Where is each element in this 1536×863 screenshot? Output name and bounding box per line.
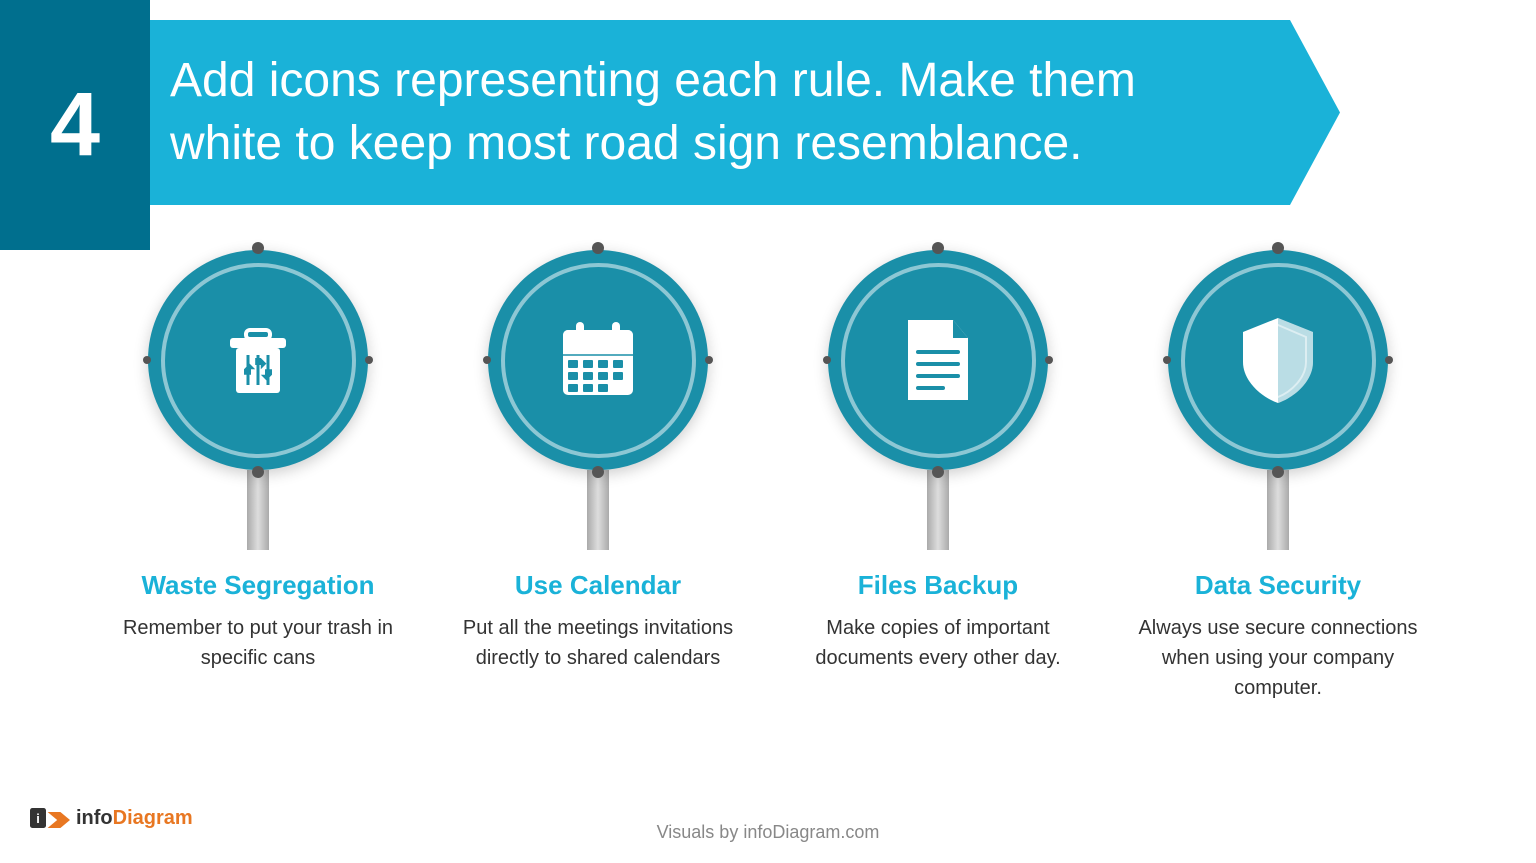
- sign-label-files: Files Backup: [858, 570, 1018, 601]
- shield-icon: [1228, 310, 1328, 410]
- sign-outer-calendar: [488, 250, 708, 470]
- sign-desc-calendar: Put all the meetings invitations directl…: [448, 613, 748, 673]
- sign-inner-waste: [161, 263, 356, 458]
- sign-outer-waste: [148, 250, 368, 470]
- dot-right-security: [1385, 356, 1393, 364]
- sign-calendar: Use Calendar Put all the meetings invita…: [448, 250, 748, 673]
- sign-post-waste: [247, 470, 269, 550]
- sign-circle-waste: [148, 250, 368, 550]
- sign-files-backup: Files Backup Make copies of important do…: [788, 250, 1088, 673]
- sign-desc-waste: Remember to put your trash in specific c…: [108, 613, 408, 673]
- sign-inner-calendar: [501, 263, 696, 458]
- document-icon: [888, 310, 988, 410]
- sign-circle-files: [828, 250, 1048, 550]
- signs-container: Waste Segregation Remember to put your t…: [0, 250, 1536, 703]
- logo-text-info: info: [76, 807, 113, 829]
- sign-data-security: Data Security Always use secure connecti…: [1128, 250, 1428, 703]
- dot-left-waste: [143, 356, 151, 364]
- sign-inner-files: [841, 263, 1036, 458]
- infodiagram-logo-icon: i: [30, 803, 70, 833]
- header-banner: Add icons representing each rule. Make t…: [90, 20, 1340, 205]
- recycle-icon: [208, 310, 308, 410]
- sign-post-files: [927, 470, 949, 550]
- sign-label-waste: Waste Segregation: [141, 570, 374, 601]
- dot-left-files: [823, 356, 831, 364]
- sign-post-calendar: [587, 470, 609, 550]
- dot-right-calendar: [705, 356, 713, 364]
- footer-attribution: Visuals by infoDiagram.com: [657, 822, 880, 843]
- sign-post-security: [1267, 470, 1289, 550]
- sign-waste-segregation: Waste Segregation Remember to put your t…: [108, 250, 408, 673]
- dot-right-files: [1045, 356, 1053, 364]
- sign-circle-security: [1168, 250, 1388, 550]
- sign-inner-security: [1181, 263, 1376, 458]
- sign-circle-calendar: [488, 250, 708, 550]
- sign-label-calendar: Use Calendar: [515, 570, 681, 601]
- dot-left-calendar: [483, 356, 491, 364]
- sign-outer-files: [828, 250, 1048, 470]
- sign-desc-security: Always use secure connections when using…: [1128, 613, 1428, 703]
- calendar-icon: [548, 310, 648, 410]
- footer-logo: i infoDiagram: [30, 803, 193, 833]
- dot-left-security: [1163, 356, 1171, 364]
- svg-text:i: i: [36, 811, 40, 826]
- sign-label-security: Data Security: [1195, 570, 1361, 601]
- logo-text-diagram: Diagram: [113, 807, 193, 829]
- footer: Visuals by infoDiagram.com i infoDiagram: [0, 822, 1536, 843]
- banner-text: Add icons representing each rule. Make t…: [170, 50, 1136, 175]
- sign-outer-security: [1168, 250, 1388, 470]
- dot-right-waste: [365, 356, 373, 364]
- sign-desc-files: Make copies of important documents every…: [788, 613, 1088, 673]
- step-number-box: 4: [0, 0, 150, 250]
- step-number: 4: [50, 74, 100, 177]
